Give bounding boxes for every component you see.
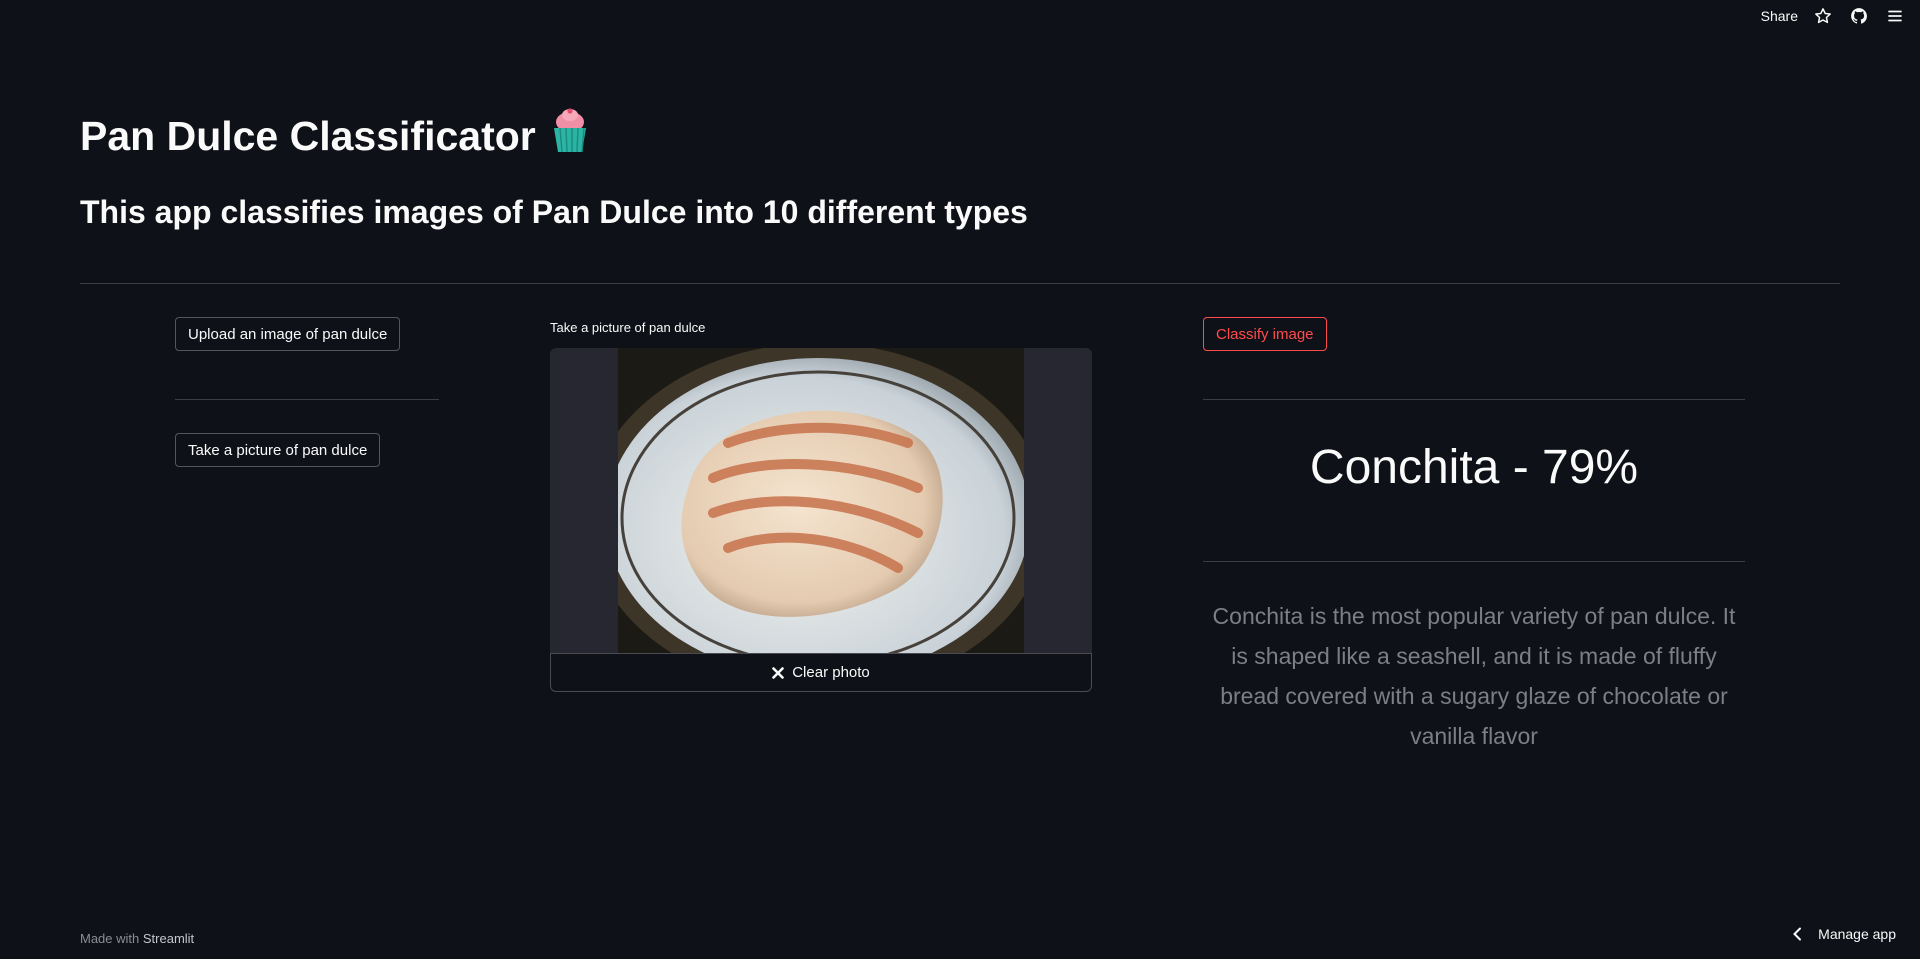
share-button[interactable]: Share: [1761, 8, 1798, 24]
hamburger-menu-icon[interactable]: [1884, 5, 1906, 27]
right-column-divider-top: [1203, 399, 1745, 400]
close-icon: [772, 666, 785, 679]
clear-photo-label: Clear photo: [792, 664, 870, 681]
captured-photo: [618, 348, 1024, 654]
top-toolbar: Share: [1761, 0, 1920, 32]
footer: Made with Streamlit: [80, 931, 194, 946]
manage-app-button[interactable]: Manage app: [1792, 926, 1896, 942]
left-column-divider: [175, 399, 439, 400]
chevron-left-icon: [1793, 927, 1802, 941]
classify-image-button[interactable]: Classify image: [1203, 317, 1327, 351]
clear-photo-button[interactable]: Clear photo: [550, 653, 1092, 692]
cupcake-emoji-icon: [550, 108, 590, 164]
footer-made-with: Made with: [80, 931, 140, 946]
camera-input-label: Take a picture of pan dulce: [550, 320, 706, 335]
streamlit-link[interactable]: Streamlit: [143, 931, 194, 946]
right-column-divider-bottom: [1203, 561, 1745, 562]
manage-app-label: Manage app: [1818, 926, 1896, 942]
page-subtitle: This app classifies images of Pan Dulce …: [80, 194, 1028, 230]
camera-preview: [550, 348, 1092, 654]
page-title-text: Pan Dulce Classificator: [80, 112, 536, 159]
github-icon[interactable]: [1848, 5, 1870, 27]
star-icon[interactable]: [1812, 5, 1834, 27]
take-picture-button[interactable]: Take a picture of pan dulce: [175, 433, 381, 467]
result-description: Conchita is the most popular variety of …: [1212, 603, 1736, 749]
page-title: Pan Dulce Classificator: [80, 108, 590, 164]
header-divider: [80, 283, 1840, 284]
upload-image-button[interactable]: Upload an image of pan dulce: [175, 317, 401, 351]
classification-result: Conchita - 79%: [1309, 441, 1639, 494]
